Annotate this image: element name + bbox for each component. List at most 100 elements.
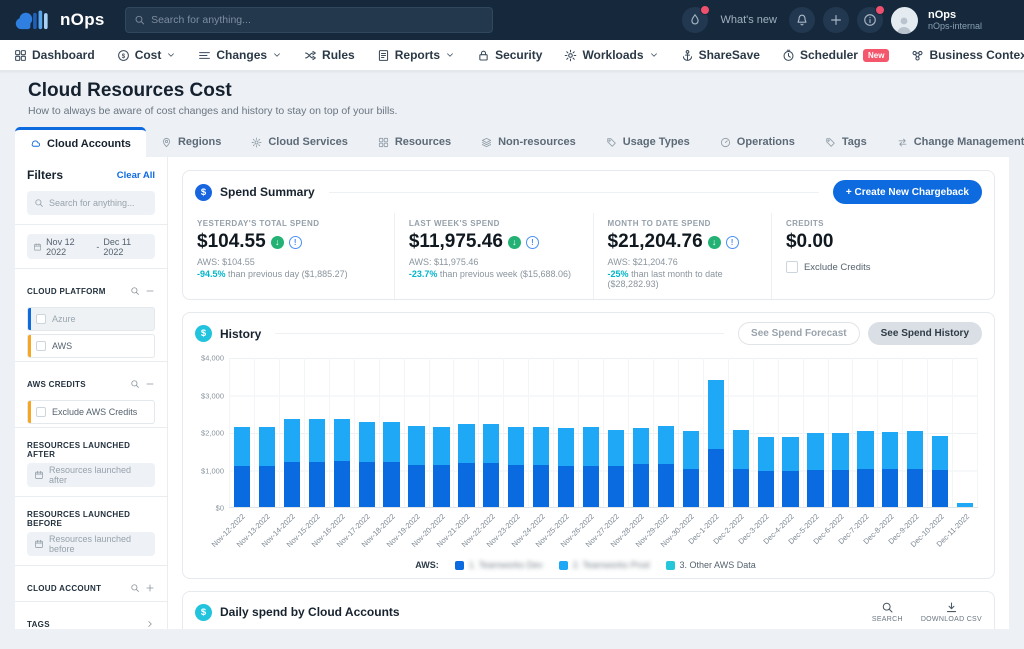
bar-nov-16-2022[interactable] <box>334 419 350 507</box>
bar-nov-25-2022[interactable] <box>558 428 574 507</box>
bar-nov-24-2022[interactable] <box>533 427 549 507</box>
user-avatar[interactable] <box>891 7 918 34</box>
nav-item-business-contexts[interactable]: Business ContextsNew <box>911 48 1024 62</box>
tab-cloud-accounts[interactable]: Cloud Accounts <box>15 127 146 157</box>
legend-item-1[interactable]: 1. Teamworks Dev <box>455 560 543 570</box>
nav-item-rules[interactable]: Rules <box>304 48 355 62</box>
filter-input-resources-launched-before[interactable]: Resources launched before <box>27 532 155 556</box>
filter-section-cloud-account[interactable]: CLOUD ACCOUNT <box>27 575 155 601</box>
bar-dec-6-2022[interactable] <box>832 433 848 507</box>
see-spend-forecast-button[interactable]: See Spend Forecast <box>738 322 860 345</box>
info-icon[interactable]: ! <box>726 236 739 249</box>
bar-nov-18-2022[interactable] <box>383 422 399 507</box>
legend-item-3[interactable]: 3. Other AWS Data <box>666 560 756 570</box>
bar-dec-4-2022[interactable] <box>782 437 798 507</box>
tab-usage-types[interactable]: Usage Types <box>591 127 705 157</box>
bar-nov-30-2022[interactable] <box>683 431 699 507</box>
bar-segment <box>433 465 449 507</box>
bar-nov-14-2022[interactable] <box>284 419 300 507</box>
filter-option-exclude-aws-credits[interactable]: Exclude AWS Credits <box>27 400 155 424</box>
bar-dec-8-2022[interactable] <box>882 432 898 507</box>
filters-search[interactable]: Search for anything... <box>27 191 155 215</box>
chevron-down-icon[interactable] <box>996 13 1010 27</box>
bar-dec-9-2022[interactable] <box>907 431 923 507</box>
bar-dec-11-2022[interactable] <box>957 503 973 507</box>
info-icon[interactable]: ! <box>526 236 539 249</box>
bar-nov-13-2022[interactable] <box>259 427 275 507</box>
global-search-input[interactable] <box>151 14 484 26</box>
bar-dec-10-2022[interactable] <box>932 436 948 507</box>
tab-non-resources[interactable]: Non-resources <box>466 127 591 157</box>
bar-nov-15-2022[interactable] <box>309 419 325 507</box>
bar-nov-20-2022[interactable] <box>433 427 449 507</box>
filter-section-resources-launched-after[interactable]: RESOURCES LAUNCHED AFTER <box>27 437 155 463</box>
nav-item-workloads[interactable]: Workloads <box>564 48 658 62</box>
notifications-button[interactable] <box>789 7 815 33</box>
filter-section-resources-launched-before[interactable]: RESOURCES LAUNCHED BEFORE <box>27 506 155 532</box>
bar-nov-28-2022[interactable] <box>633 428 649 507</box>
tab-regions[interactable]: Regions <box>146 127 236 157</box>
bar-nov-19-2022[interactable] <box>408 426 424 507</box>
nav-item-sharesave[interactable]: ShareSave <box>681 48 760 62</box>
create-chargeback-button[interactable]: + Create New Chargeback <box>833 180 982 204</box>
download-csv-button[interactable]: DOWNLOAD CSV <box>921 601 982 623</box>
checkbox[interactable] <box>36 407 46 417</box>
nav-item-reports[interactable]: Reports <box>377 48 455 62</box>
search-icon <box>881 601 894 614</box>
bar-nov-17-2022[interactable] <box>359 422 375 507</box>
bar-dec-3-2022[interactable] <box>758 437 774 507</box>
chevron-icon <box>445 50 455 60</box>
filter-section-tags[interactable]: TAGS <box>27 611 155 629</box>
tab-operations[interactable]: Operations <box>705 127 810 157</box>
bar-nov-29-2022[interactable] <box>658 426 674 507</box>
summary-delta-line: -94.5% than previous day ($1,885.27) <box>197 269 380 279</box>
trend-down-icon: ↓ <box>271 236 284 249</box>
legend-item-2[interactable]: 2. Teamworks Prod <box>559 560 650 570</box>
bar-nov-23-2022[interactable] <box>508 427 524 507</box>
filter-section-aws-credits[interactable]: AWS CREDITS <box>27 371 155 397</box>
nav-item-cost[interactable]: $Cost <box>117 48 177 62</box>
tab-resources[interactable]: Resources <box>363 127 466 157</box>
tab-change-management[interactable]: Change Management <box>882 127 1024 157</box>
nav-item-changes[interactable]: Changes <box>198 48 282 62</box>
bar-nov-27-2022[interactable] <box>608 430 624 507</box>
notification-dot <box>700 5 710 15</box>
checkbox[interactable] <box>36 314 46 324</box>
whats-new-icon[interactable] <box>682 7 708 33</box>
see-spend-history-button[interactable]: See Spend History <box>868 322 982 345</box>
svg-text:$: $ <box>121 52 125 59</box>
nav-item-security[interactable]: Security <box>477 48 542 62</box>
global-search[interactable] <box>125 7 493 33</box>
bar-dec-2-2022[interactable] <box>733 430 749 507</box>
info-button[interactable] <box>857 7 883 33</box>
nav-item-scheduler[interactable]: SchedulerNew <box>782 48 889 62</box>
nav-item-dashboard[interactable]: Dashboard <box>14 48 95 62</box>
checkbox[interactable] <box>786 261 798 273</box>
bar-segment <box>359 422 375 462</box>
nops-logo[interactable]: nOps <box>14 8 105 32</box>
bar-nov-22-2022[interactable] <box>483 424 499 507</box>
bar-dec-1-2022[interactable] <box>708 380 724 507</box>
exclude-credits-checkbox[interactable]: Exclude Credits <box>786 261 980 273</box>
tab-cloud-services[interactable]: Cloud Services <box>236 127 362 157</box>
bar-segment <box>483 424 499 463</box>
bar-nov-12-2022[interactable] <box>234 427 250 507</box>
filter-input-resources-launched-after[interactable]: Resources launched after <box>27 463 155 487</box>
bar-nov-26-2022[interactable] <box>583 427 599 507</box>
filter-section-cloud-platform[interactable]: CLOUD PLATFORM <box>27 278 155 304</box>
add-button[interactable] <box>823 7 849 33</box>
table-search-button[interactable]: SEARCH <box>872 601 903 623</box>
bar-dec-7-2022[interactable] <box>857 431 873 507</box>
checkbox[interactable] <box>36 341 46 351</box>
clear-all-link[interactable]: Clear All <box>117 170 155 181</box>
tab-tags[interactable]: Tags <box>810 127 882 157</box>
filter-input-placeholder: Resources launched before <box>49 534 148 554</box>
bar-dec-5-2022[interactable] <box>807 433 823 507</box>
bar-nov-21-2022[interactable] <box>458 424 474 507</box>
filter-option-aws[interactable]: AWS <box>27 334 155 358</box>
info-icon[interactable]: ! <box>289 236 302 249</box>
user-menu[interactable]: nOps nOps-internal <box>928 9 982 32</box>
date-range-picker[interactable]: Nov 12 2022-Dec 11 2022 <box>27 234 155 259</box>
nav-item-label: Workloads <box>582 48 643 62</box>
filter-option-azure[interactable]: Azure <box>27 307 155 331</box>
